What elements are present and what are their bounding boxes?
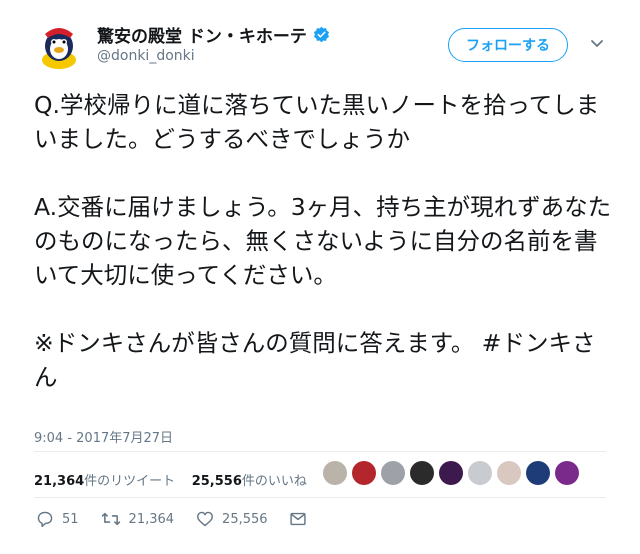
liker-avatar-4[interactable] [410, 461, 434, 485]
tweet-actions: 51 21,364 25,556 [36, 511, 336, 527]
likes-stat[interactable]: 25,556件のいいね [192, 474, 307, 489]
liker-avatars [323, 461, 579, 485]
liker-avatar-8[interactable] [526, 461, 550, 485]
reply-button[interactable]: 51 [36, 511, 79, 527]
retweets-count: 21,364 [34, 474, 85, 489]
retweets-stat[interactable]: 21,364件のリツイート [34, 474, 175, 489]
retweet-count: 21,364 [128, 511, 175, 527]
user-handle[interactable]: @donki_donki [97, 48, 195, 64]
likes-count: 25,556 [191, 474, 242, 489]
avatar[interactable] [34, 20, 84, 70]
tweet-text: Q.学校帰りに道に落ちていた黒いノートを拾ってしまいました。どうするべきでしょう… [34, 91, 612, 391]
like-count: 25,556 [222, 511, 268, 527]
reply-icon [37, 511, 53, 527]
display-name-text: 驚安の殿堂 ドン・キホーテ [97, 27, 307, 47]
donpen-mascot-icon [34, 20, 84, 70]
liker-avatar-9[interactable] [555, 461, 579, 485]
display-name[interactable]: 驚安の殿堂 ドン・キホーテ [97, 22, 330, 47]
liker-avatar-5[interactable] [439, 461, 463, 485]
verified-badge-icon [313, 26, 329, 43]
retweet-button[interactable]: 21,364 [101, 511, 175, 527]
liker-avatar-6[interactable] [468, 461, 492, 485]
likes-label: 件のいいね [241, 474, 307, 489]
heart-icon [197, 511, 214, 527]
liker-avatar-1[interactable] [323, 461, 347, 485]
divider [34, 497, 606, 498]
liker-avatar-2[interactable] [352, 461, 376, 485]
retweet-icon [101, 512, 120, 526]
retweets-label: 件のリツイート [84, 474, 176, 489]
envelope-icon [289, 512, 306, 526]
liker-avatar-7[interactable] [497, 461, 521, 485]
divider [34, 451, 606, 452]
tweet-timestamp[interactable]: 9:04 - 2017年7月27日 [34, 427, 173, 446]
direct-message-button[interactable] [289, 512, 314, 526]
tweet-stats: 21,364件のリツイート 25,556件のいいね [34, 470, 307, 489]
follow-button[interactable]: フォローする [448, 28, 568, 62]
chevron-down-icon[interactable] [590, 39, 604, 49]
liker-avatar-3[interactable] [381, 461, 405, 485]
like-button[interactable]: 25,556 [196, 511, 268, 527]
reply-count: 51 [62, 511, 79, 527]
